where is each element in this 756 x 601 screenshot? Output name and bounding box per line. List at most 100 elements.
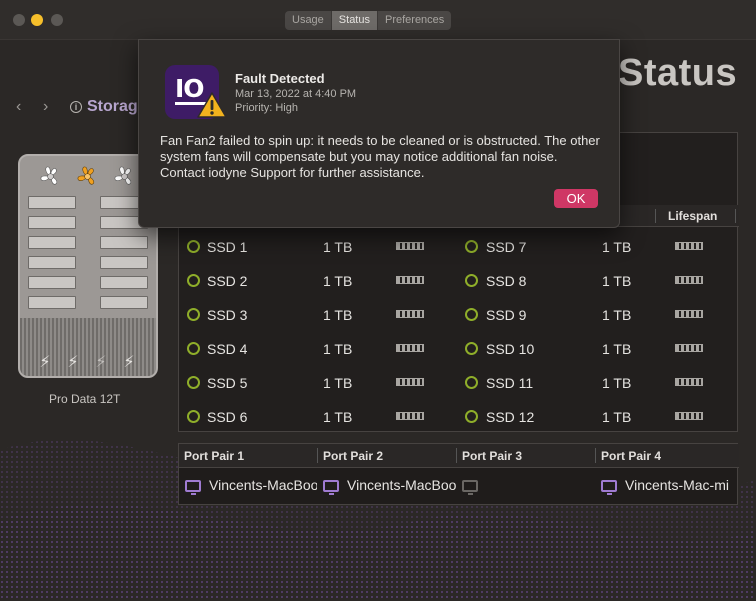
forward-icon[interactable]: › [43, 98, 48, 116]
lifespan-icon [396, 310, 424, 318]
ssd-size: 1 TB [323, 341, 353, 357]
back-icon[interactable]: ‹ [16, 98, 21, 116]
lifespan-icon [675, 344, 703, 352]
ssd-name: SSD 7 [486, 239, 527, 255]
ssd-name: SSD 6 [207, 409, 248, 425]
ssd-size: 1 TB [602, 409, 632, 425]
ssd-name: SSD 3 [207, 307, 248, 323]
ssd-name: SSD 10 [486, 341, 535, 357]
minimize-window-button[interactable] [31, 14, 43, 26]
column-divider [735, 209, 736, 223]
lifespan-icon [396, 412, 424, 420]
thunderbolt-icon: ⚡ [39, 354, 51, 371]
page-title: Status [618, 52, 738, 94]
app-window: Usage Status Preferences Status ‹ › i St… [0, 0, 756, 601]
lifespan-icon [675, 276, 703, 284]
tab-usage[interactable]: Usage [285, 11, 332, 30]
port-pair-4-host-label: Vincents-Mac-mi [625, 477, 729, 493]
port-pair-1-host[interactable]: Vincents-MacBoo [185, 477, 317, 497]
column-divider [655, 209, 656, 223]
drive-slot [100, 296, 148, 309]
dialog-priority: Priority: High [235, 102, 298, 114]
ssd-size: 1 TB [323, 375, 353, 391]
thunderbolt-icon: ⚡ [67, 354, 79, 371]
port-pair-3-header[interactable]: Port Pair 3 [462, 449, 522, 463]
column-divider [317, 448, 318, 463]
ssd-size: 1 TB [323, 409, 353, 425]
port-pairs-header: Port Pair 1 Port Pair 2 Port Pair 3 Port… [179, 444, 739, 468]
lifespan-icon [675, 310, 703, 318]
status-ok-icon [187, 342, 200, 355]
ssd-size: 1 TB [602, 375, 632, 391]
ssd-name: SSD 9 [486, 307, 527, 323]
ssd-size: 1 TB [323, 307, 353, 323]
port-pair-1-header[interactable]: Port Pair 1 [184, 449, 244, 463]
port-pair-2-host[interactable]: Vincents-MacBoo [323, 477, 456, 497]
status-ok-icon [187, 274, 200, 287]
ssd-size: 1 TB [602, 239, 632, 255]
drive-slot [28, 236, 76, 249]
view-tabs: Usage Status Preferences [285, 11, 452, 30]
titlebar: Usage Status Preferences [0, 0, 756, 40]
drive-slot [100, 276, 148, 289]
port-pair-2-host-label: Vincents-MacBoo [347, 477, 456, 493]
drive-slot [28, 256, 76, 269]
device-name: Pro Data 12T [49, 392, 121, 406]
status-ok-icon [465, 308, 478, 321]
lifespan-icon [396, 242, 424, 250]
port-pair-2-header[interactable]: Port Pair 2 [323, 449, 383, 463]
lifespan-icon [396, 378, 424, 386]
dialog-title: Fault Detected [235, 71, 325, 86]
device-illustration: ⚡ ⚡ ⚡ ⚡ [18, 154, 158, 378]
status-ok-icon [465, 274, 478, 287]
status-ok-icon [465, 342, 478, 355]
tab-preferences[interactable]: Preferences [378, 11, 451, 30]
column-divider [456, 448, 457, 463]
status-ok-icon [465, 410, 478, 423]
column-divider [595, 448, 596, 463]
breadcrumb: i Storag [70, 98, 138, 116]
status-ok-icon [187, 376, 200, 389]
ssd-size: 1 TB [602, 341, 632, 357]
port-pairs-table: Port Pair 1 Port Pair 2 Port Pair 3 Port… [178, 443, 739, 505]
warning-icon [197, 92, 227, 118]
ssd-name: SSD 4 [207, 341, 248, 357]
status-ok-icon [187, 308, 200, 321]
thunderbolt-icon: ⚡ [123, 354, 135, 371]
computer-disconnected-icon [462, 480, 478, 496]
dialog-message: Fan Fan2 failed to spin up: it needs to … [160, 133, 600, 180]
port-pair-3-host[interactable] [462, 477, 595, 497]
ssd-size: 1 TB [602, 273, 632, 289]
thunderbolt-icon: ⚡ [95, 354, 107, 371]
fault-dialog: IO Fault Detected Mar 13, 2022 at 4:40 P… [138, 39, 620, 228]
fan-2-fault-icon [77, 166, 95, 185]
breadcrumb-label[interactable]: Storag [87, 98, 138, 116]
fan-row [38, 164, 137, 189]
status-ok-icon [187, 410, 200, 423]
drive-slot [28, 276, 76, 289]
ok-button[interactable]: OK [554, 189, 598, 208]
background-wave [0, 439, 756, 601]
fan-3-icon [114, 166, 132, 185]
lifespan-icon [675, 242, 703, 250]
close-window-button[interactable] [13, 14, 25, 26]
lifespan-column-header[interactable]: Lifespan [668, 209, 717, 223]
drive-slot [28, 196, 76, 209]
lifespan-icon [396, 276, 424, 284]
drive-slot [28, 296, 76, 309]
port-pair-4-header[interactable]: Port Pair 4 [601, 449, 661, 463]
zoom-window-button[interactable] [51, 14, 63, 26]
ssd-name: SSD 12 [486, 409, 535, 425]
ssd-name: SSD 1 [207, 239, 248, 255]
computer-icon [323, 480, 339, 496]
status-ok-icon [187, 240, 200, 253]
dialog-timestamp: Mar 13, 2022 at 4:40 PM [235, 88, 357, 100]
tab-status[interactable]: Status [331, 11, 378, 30]
ssd-size: 1 TB [323, 273, 353, 289]
ssd-name: SSD 5 [207, 375, 248, 391]
info-icon[interactable]: i [70, 101, 82, 113]
ssd-name: SSD 8 [486, 273, 527, 289]
port-pair-4-host[interactable]: Vincents-Mac-mi [601, 477, 738, 497]
lifespan-icon [675, 412, 703, 420]
ssd-name: SSD 2 [207, 273, 248, 289]
